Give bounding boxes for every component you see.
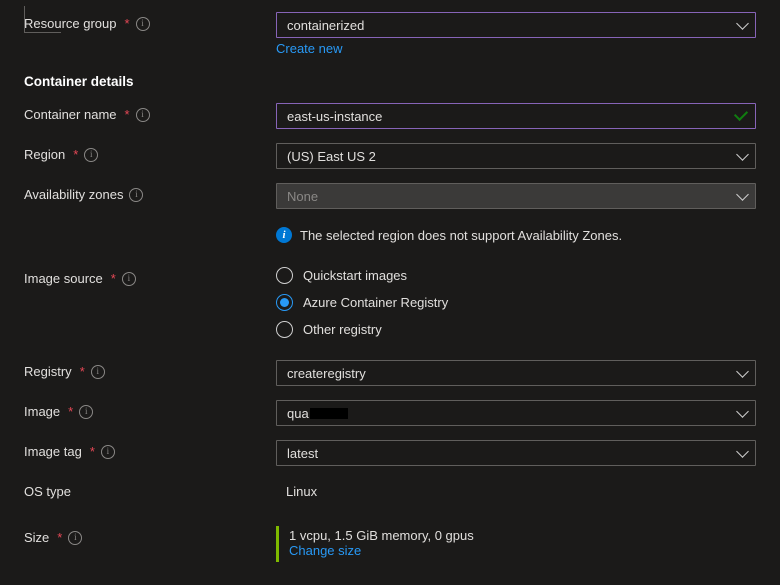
required-asterisk: * (90, 444, 95, 459)
required-asterisk: * (68, 404, 73, 419)
radio-dot-icon (276, 294, 293, 311)
info-icon[interactable]: i (68, 531, 82, 545)
radio-other-registry[interactable]: Other registry (276, 321, 756, 338)
outline-fragment (24, 6, 61, 33)
radio-other-label: Other registry (303, 322, 382, 337)
registry-value: createregistry (287, 366, 366, 381)
container-name-label: Container name (24, 107, 117, 122)
redacted-block (310, 408, 348, 419)
image-label: Image (24, 404, 60, 419)
info-icon[interactable]: i (101, 445, 115, 459)
image-tag-select[interactable]: latest (276, 440, 756, 466)
image-value: qua (287, 406, 309, 421)
image-source-label: Image source (24, 271, 103, 286)
required-asterisk: * (57, 530, 62, 545)
chevron-down-icon (736, 148, 749, 161)
required-asterisk: * (80, 364, 85, 379)
radio-acr-label: Azure Container Registry (303, 295, 448, 310)
image-select[interactable]: qua (276, 400, 756, 426)
required-asterisk: * (73, 147, 78, 162)
availability-zones-info: i The selected region does not support A… (276, 227, 756, 243)
availability-zones-label: Availability zones (24, 187, 123, 202)
info-icon[interactable]: i (129, 188, 143, 202)
required-asterisk: * (125, 16, 130, 31)
create-new-link[interactable]: Create new (276, 41, 342, 56)
info-icon[interactable]: i (136, 108, 150, 122)
radio-azure-container-registry[interactable]: Azure Container Registry (276, 294, 756, 311)
container-name-input[interactable]: east-us-instance (276, 103, 756, 129)
chevron-down-icon (736, 188, 749, 201)
registry-select[interactable]: createregistry (276, 360, 756, 386)
radio-dot-icon (276, 267, 293, 284)
container-name-value: east-us-instance (287, 109, 382, 124)
radio-dot-icon (276, 321, 293, 338)
change-size-link[interactable]: Change size (289, 543, 361, 558)
radio-quickstart-images[interactable]: Quickstart images (276, 267, 756, 284)
image-tag-value: latest (287, 446, 318, 461)
region-label: Region (24, 147, 65, 162)
os-type-value: Linux (276, 480, 756, 499)
info-icon[interactable]: i (136, 17, 150, 31)
info-icon[interactable]: i (79, 405, 93, 419)
region-value: (US) East US 2 (287, 149, 376, 164)
chevron-down-icon (736, 445, 749, 458)
registry-label: Registry (24, 364, 72, 379)
info-icon[interactable]: i (122, 272, 136, 286)
size-label: Size (24, 530, 49, 545)
size-value: 1 vcpu, 1.5 GiB memory, 0 gpus (289, 528, 756, 543)
availability-zones-value: None (287, 189, 318, 204)
size-box: 1 vcpu, 1.5 GiB memory, 0 gpus Change si… (276, 526, 756, 562)
required-asterisk: * (111, 271, 116, 286)
info-icon[interactable]: i (91, 365, 105, 379)
info-badge-icon: i (276, 227, 292, 243)
chevron-down-icon (736, 365, 749, 378)
region-select[interactable]: (US) East US 2 (276, 143, 756, 169)
os-type-label: OS type (24, 484, 71, 499)
availability-zones-select: None (276, 183, 756, 209)
radio-quickstart-label: Quickstart images (303, 268, 407, 283)
chevron-down-icon (736, 405, 749, 418)
resource-group-select[interactable]: containerized (276, 12, 756, 38)
chevron-down-icon (736, 17, 749, 30)
image-source-radio-group: Quickstart images Azure Container Regist… (276, 267, 756, 338)
required-asterisk: * (125, 107, 130, 122)
info-icon[interactable]: i (84, 148, 98, 162)
availability-zones-info-text: The selected region does not support Ava… (300, 228, 622, 243)
container-details-heading: Container details (24, 74, 756, 89)
image-tag-label: Image tag (24, 444, 82, 459)
resource-group-value: containerized (287, 18, 364, 33)
